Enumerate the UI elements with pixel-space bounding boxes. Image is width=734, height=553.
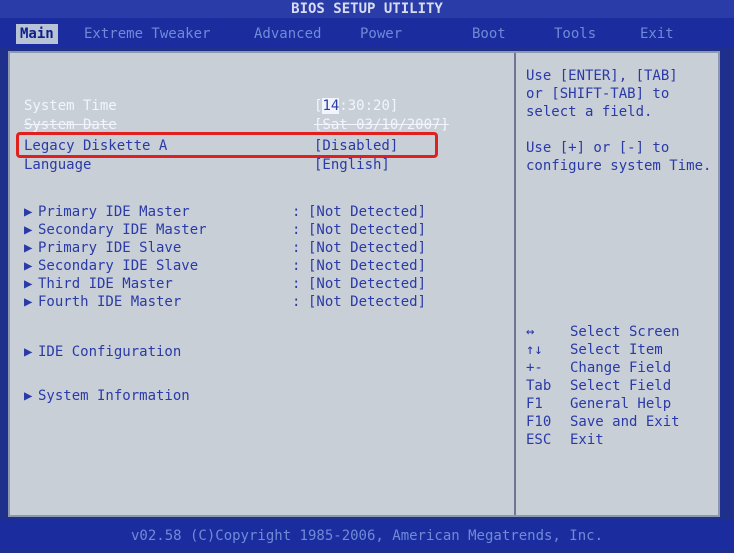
submenu-label: Primary IDE Master bbox=[38, 204, 190, 220]
submenu-value: [Not Detected] bbox=[308, 204, 427, 220]
submenu-label: Secondary IDE Slave bbox=[38, 258, 199, 274]
key-description: Change Field bbox=[570, 360, 672, 376]
key-label: F10 bbox=[526, 414, 552, 430]
help-line: Use [+] or [-] to bbox=[526, 140, 670, 156]
help-line: configure system Time. bbox=[526, 158, 712, 174]
tab-tools[interactable]: Tools bbox=[554, 24, 596, 44]
tab-exit[interactable]: Exit bbox=[640, 24, 674, 44]
language-value[interactable]: [English] bbox=[314, 156, 390, 174]
window-title: BIOS SETUP UTILITY bbox=[0, 0, 734, 18]
system-time-suffix: :30:20] bbox=[339, 98, 399, 114]
submenu-value: [Not Detected] bbox=[308, 294, 427, 310]
tab-extreme-tweaker[interactable]: Extreme Tweaker bbox=[84, 24, 210, 44]
help-line: Use [ENTER], [TAB] bbox=[526, 68, 678, 84]
triangle-right-icon: ▶ bbox=[24, 240, 33, 256]
triangle-right-icon: ▶ bbox=[24, 344, 33, 360]
submenu-value: [Not Detected] bbox=[308, 276, 427, 292]
key-label: ESC bbox=[526, 432, 552, 448]
submenu-value: [Not Detected] bbox=[308, 258, 427, 274]
menu-bar: Main Extreme Tweaker Advanced Power Boot… bbox=[0, 18, 734, 48]
key-description: General Help bbox=[570, 396, 672, 412]
key-label: ↑↓ bbox=[526, 342, 543, 358]
key-description: Select Screen bbox=[570, 324, 680, 340]
key-description: Exit bbox=[570, 432, 604, 448]
key-label: F1 bbox=[526, 396, 543, 412]
triangle-right-icon: ▶ bbox=[24, 204, 33, 220]
triangle-right-icon: ▶ bbox=[24, 388, 33, 404]
copyright-footer: v02.58 (C)Copyright 1985-2006, American … bbox=[0, 519, 734, 550]
triangle-right-icon: ▶ bbox=[24, 258, 33, 274]
language-label: Language bbox=[24, 157, 92, 173]
separator: : bbox=[292, 276, 301, 292]
submenu-value: [Not Detected] bbox=[308, 240, 427, 256]
submenu-label: System Information bbox=[38, 388, 190, 404]
settings-panel: System Time [14:30:20] System Date [Sat … bbox=[10, 53, 514, 515]
submenu-label: Secondary IDE Master bbox=[38, 222, 207, 238]
tab-power[interactable]: Power bbox=[360, 24, 402, 44]
key-label: Tab bbox=[526, 378, 552, 394]
key-description: Select Item bbox=[570, 342, 663, 358]
highlight-box bbox=[16, 132, 438, 158]
help-panel: Use [ENTER], [TAB] or [SHIFT-TAB] to sel… bbox=[514, 53, 718, 515]
system-time-value[interactable]: [14:30:20] bbox=[314, 97, 398, 115]
submenu-label: Primary IDE Slave bbox=[38, 240, 182, 256]
triangle-right-icon: ▶ bbox=[24, 294, 33, 310]
triangle-right-icon: ▶ bbox=[24, 276, 33, 292]
help-line: or [SHIFT-TAB] to bbox=[526, 86, 670, 102]
system-time-hour-field[interactable]: 14 bbox=[322, 98, 340, 114]
key-description: Select Field bbox=[570, 378, 672, 394]
separator: : bbox=[292, 204, 301, 220]
submenu-value: [Not Detected] bbox=[308, 222, 427, 238]
separator: : bbox=[292, 240, 301, 256]
submenu-label: IDE Configuration bbox=[38, 344, 182, 360]
key-description: Save and Exit bbox=[570, 414, 680, 430]
separator: : bbox=[292, 258, 301, 274]
key-label: ↔ bbox=[526, 324, 535, 340]
help-line: select a field. bbox=[526, 104, 653, 120]
triangle-right-icon: ▶ bbox=[24, 222, 33, 238]
tab-main[interactable]: Main bbox=[16, 24, 58, 44]
submenu-label: Fourth IDE Master bbox=[38, 294, 182, 310]
submenu-label: Third IDE Master bbox=[38, 276, 173, 292]
system-time-label: System Time bbox=[24, 98, 117, 114]
main-panel: System Time [14:30:20] System Date [Sat … bbox=[8, 51, 720, 517]
separator: : bbox=[292, 222, 301, 238]
separator: : bbox=[292, 294, 301, 310]
tab-boot[interactable]: Boot bbox=[472, 24, 506, 44]
key-label: +- bbox=[526, 360, 543, 376]
tab-advanced[interactable]: Advanced bbox=[254, 24, 321, 44]
